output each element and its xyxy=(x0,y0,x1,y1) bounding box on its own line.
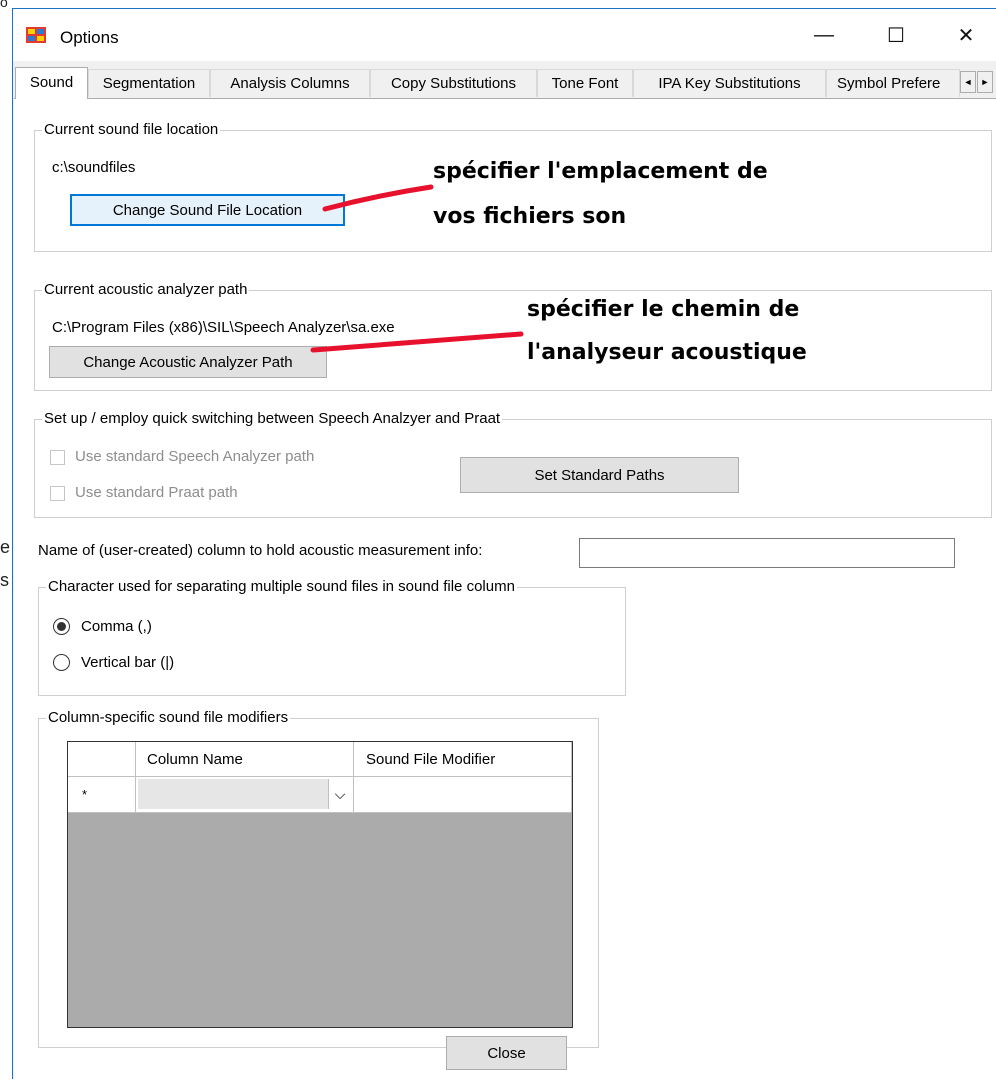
column-header-column-name[interactable]: Column Name xyxy=(136,742,354,777)
measurement-column-input[interactable] xyxy=(579,538,955,568)
new-row-header: * xyxy=(68,777,136,813)
comma-radio[interactable] xyxy=(53,618,70,635)
window-title: Options xyxy=(60,28,119,47)
measurement-column-label: Name of (user-created) column to hold ac… xyxy=(38,542,483,559)
annotation-sound-location-line1: spécifier l'emplacement de xyxy=(433,159,768,184)
group-legend: Current sound file location xyxy=(42,121,221,138)
set-standard-paths-button[interactable]: Set Standard Paths xyxy=(460,457,739,493)
group-legend: Character used for separating multiple s… xyxy=(46,578,517,595)
change-sound-location-button[interactable]: Change Sound File Location xyxy=(70,194,345,226)
modifiers-grid[interactable]: Column Name Sound File Modifier * ⌵ xyxy=(67,741,573,1028)
annotation-analyzer-line2: l'analyseur acoustique xyxy=(527,340,807,365)
analyzer-path: C:\Program Files (x86)\SIL\Speech Analyz… xyxy=(52,319,395,336)
vertical-bar-radio-label: Vertical bar (|) xyxy=(81,654,175,671)
change-analyzer-path-button[interactable]: Change Acoustic Analyzer Path xyxy=(49,346,327,378)
sound-tab-panel: Current sound file location c:\soundfile… xyxy=(14,98,996,1081)
separator-group: Character used for separating multiple s… xyxy=(38,578,626,696)
background-text-fragment: o xyxy=(0,0,8,10)
tab-analysis-columns[interactable]: Analysis Columns xyxy=(210,69,370,97)
group-legend: Current acoustic analyzer path xyxy=(42,281,250,298)
analyzer-path-group: Current acoustic analyzer path C:\Progra… xyxy=(34,281,992,391)
background-text-fragment: e xyxy=(0,537,11,557)
vertical-bar-radio[interactable] xyxy=(53,654,70,671)
grid-corner-header xyxy=(68,742,136,777)
tab-copy-substitutions[interactable]: Copy Substitutions xyxy=(370,69,537,97)
use-standard-praat-checkbox[interactable] xyxy=(50,486,65,501)
minimize-button[interactable]: — xyxy=(801,17,847,53)
options-dialog: Options — ☐ ✕ Sound Segmentation Analysi… xyxy=(12,8,996,1081)
sound-file-modifier-cell[interactable] xyxy=(354,777,572,813)
group-legend: Set up / employ quick switching between … xyxy=(42,410,503,427)
comma-radio-label: Comma (,) xyxy=(81,618,152,635)
annotation-analyzer-line1: spécifier le chemin de xyxy=(527,297,800,322)
column-header-sound-file-modifier[interactable]: Sound File Modifier xyxy=(354,742,572,777)
radio-selected-dot xyxy=(57,622,66,631)
tab-strip: Sound Segmentation Analysis Columns Copy… xyxy=(13,67,996,99)
tab-symbol-preferences[interactable]: Symbol Prefere xyxy=(826,69,960,97)
app-icon xyxy=(26,27,46,43)
dropdown-field[interactable] xyxy=(138,779,328,809)
modifiers-group: Column-specific sound file modifiers Col… xyxy=(38,709,599,1048)
sound-location-group: Current sound file location c:\soundfile… xyxy=(34,121,992,252)
annotation-sound-location-line2: vos fichiers son xyxy=(433,204,627,229)
tab-ipa-key-substitutions[interactable]: IPA Key Substitutions xyxy=(633,69,826,97)
use-standard-praat-label: Use standard Praat path xyxy=(75,484,238,501)
tab-scroll-right-button[interactable]: ► xyxy=(977,71,993,93)
group-legend: Column-specific sound file modifiers xyxy=(46,709,291,726)
tab-segmentation[interactable]: Segmentation xyxy=(88,69,210,97)
sound-file-path: c:\soundfiles xyxy=(52,159,136,176)
tab-scroll-left-button[interactable]: ◄ xyxy=(960,71,976,93)
use-standard-sa-checkbox[interactable] xyxy=(50,450,65,465)
column-name-dropdown[interactable]: ⌵ xyxy=(136,777,354,813)
tab-sound[interactable]: Sound xyxy=(15,67,88,99)
quick-switch-group: Set up / employ quick switching between … xyxy=(34,410,992,518)
use-standard-sa-label: Use standard Speech Analyzer path xyxy=(75,448,315,465)
maximize-button[interactable]: ☐ xyxy=(873,17,919,53)
background-text-fragment: s xyxy=(0,570,9,590)
close-window-button[interactable]: ✕ xyxy=(943,17,989,53)
title-bar[interactable]: Options — ☐ ✕ xyxy=(13,9,996,61)
close-button[interactable]: Close xyxy=(446,1036,567,1070)
tab-tone-font[interactable]: Tone Font xyxy=(537,69,633,97)
chevron-down-icon[interactable]: ⌵ xyxy=(328,779,351,809)
